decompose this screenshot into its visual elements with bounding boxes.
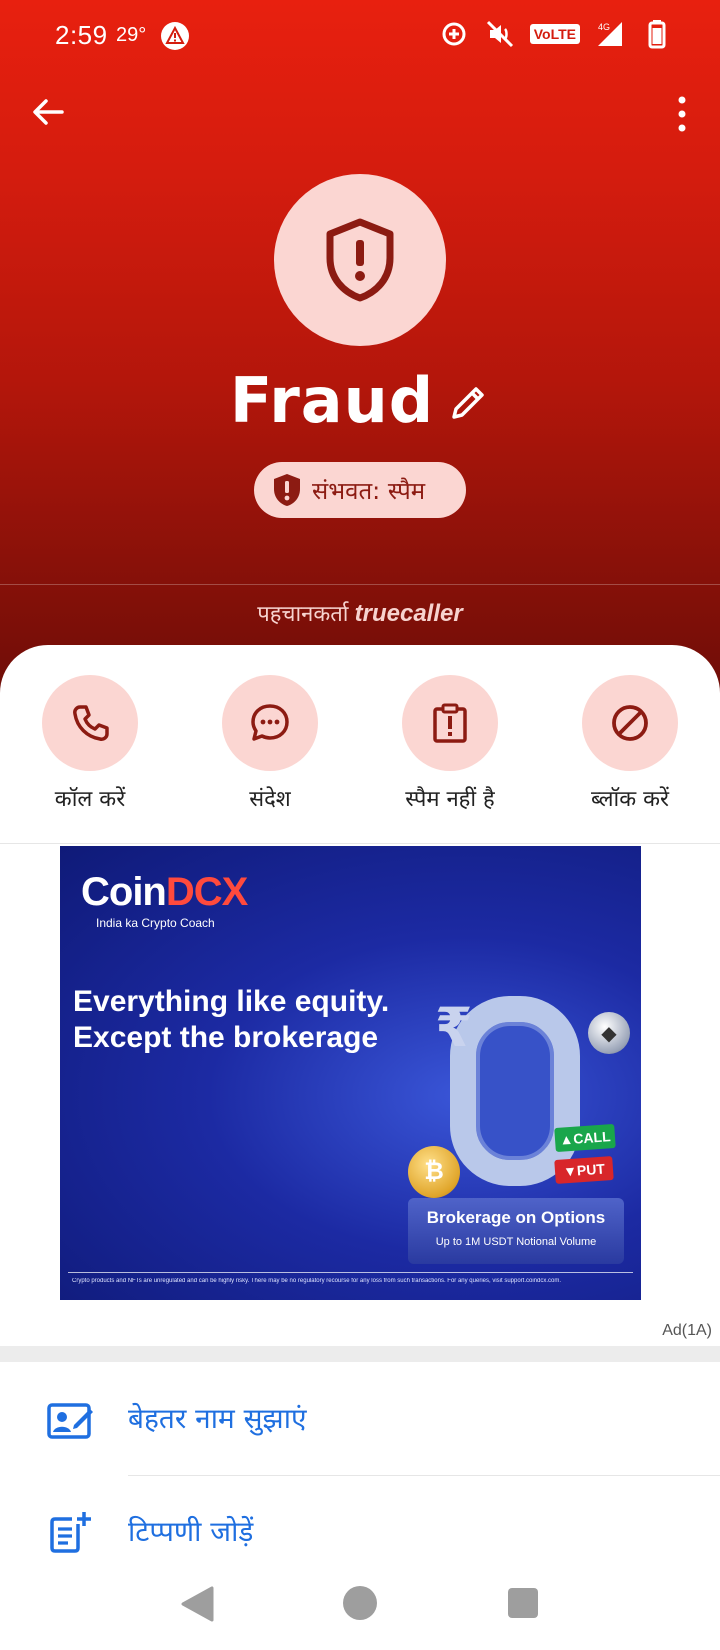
- suggest-name-label: बेहतर नाम सुझाएं: [128, 1402, 307, 1435]
- add-comment-item[interactable]: टिप्पणी जोड़ें: [0, 1490, 720, 1570]
- block-icon: [612, 705, 648, 741]
- divider: [0, 843, 720, 844]
- nav-home-icon[interactable]: [343, 1586, 377, 1620]
- message-action[interactable]: संदेश: [190, 675, 350, 813]
- caller-header: [0, 0, 720, 700]
- message-label: संदेश: [249, 787, 291, 812]
- caller-name-row: Fraud: [0, 363, 720, 437]
- action-row: कॉल करें संदेश स्पैम नहीं है ब्लॉक करें: [0, 675, 720, 815]
- divider: [128, 1475, 720, 1476]
- battery-icon: [648, 20, 666, 49]
- nav-back-icon[interactable]: [180, 1586, 214, 1622]
- status-time: 2:59: [55, 20, 108, 50]
- block-label: ब्लॉक करें: [590, 787, 670, 812]
- block-button[interactable]: [582, 675, 678, 771]
- not-spam-icon: [433, 703, 467, 743]
- warning-icon: [161, 22, 189, 50]
- message-button[interactable]: [222, 675, 318, 771]
- not-spam-button[interactable]: [402, 675, 498, 771]
- bitcoin-coin-icon: ₿: [408, 1146, 460, 1198]
- nav-recents-icon[interactable]: [508, 1588, 538, 1618]
- ad-logo-accent: DCX: [165, 870, 248, 914]
- ad-offer-box: Brokerage on Options Up to 1M USDT Notio…: [408, 1198, 624, 1264]
- ad-label: Ad(1A): [662, 1322, 712, 1339]
- ad-divider: [68, 1272, 633, 1273]
- suggest-name-icon: [47, 1403, 93, 1439]
- ad-offer-subtitle: Up to 1M USDT Notional Volume: [435, 1236, 597, 1248]
- ad-headline: Everything like equity. Except the broke…: [73, 984, 433, 1056]
- spam-badge: संभवत: स्पैम: [254, 462, 466, 518]
- ad-call-tag: ▲CALL: [554, 1123, 616, 1153]
- status-temperature: 29°: [116, 24, 147, 46]
- spam-label: संभवत: स्पैम: [312, 476, 426, 505]
- more-options-icon[interactable]: [674, 94, 690, 134]
- back-arrow-icon[interactable]: [28, 92, 68, 132]
- volte-badge: VoLTE: [529, 24, 580, 44]
- data-saver-icon: [442, 22, 466, 46]
- ad-disclaimer: Crypto products and NFTs are unregulated…: [72, 1278, 562, 1284]
- block-action[interactable]: ब्लॉक करें: [550, 675, 710, 813]
- add-comment-label: टिप्पणी जोड़ें: [128, 1515, 254, 1548]
- ad-rupee-symbol: ₹: [435, 998, 473, 1058]
- status-icons: VoLTE 4G: [438, 18, 672, 50]
- add-comment-icon: [50, 1512, 91, 1553]
- shield-icon: [274, 474, 300, 506]
- ethereum-coin-icon: ◆: [588, 1012, 630, 1054]
- call-button[interactable]: [42, 675, 138, 771]
- system-navigation-bar: [0, 1560, 720, 1650]
- svg-text:4G: 4G: [598, 22, 610, 32]
- ad-headline-line2: Except the brokerage: [73, 1021, 379, 1054]
- not-spam-label: स्पैम नहीं है: [405, 787, 495, 812]
- truecaller-logo: truecaller: [354, 600, 463, 627]
- identified-by: पहचानकर्ता truecaller: [0, 598, 720, 628]
- caller-name: Fraud: [229, 363, 435, 437]
- ad-logo-main: Coin: [81, 870, 167, 914]
- status-bar: 2:59 29° VoLTE 4G: [0, 0, 720, 72]
- avatar: [274, 174, 446, 346]
- message-icon: [251, 704, 289, 741]
- ad-put-tag: ▼PUT: [554, 1156, 614, 1184]
- identified-prefix: पहचानकर्ता: [257, 601, 349, 626]
- divider: [0, 584, 720, 585]
- not-spam-action[interactable]: स्पैम नहीं है: [370, 675, 530, 813]
- call-action[interactable]: कॉल करें: [10, 675, 170, 813]
- ad-logo: CoinDCX: [81, 870, 248, 915]
- ad-headline-line1: Everything like equity.: [73, 985, 390, 1018]
- call-label: कॉल करें: [54, 787, 126, 812]
- ad-banner[interactable]: CoinDCX India ka Crypto Coach Everything…: [60, 846, 641, 1300]
- suggest-name-item[interactable]: बेहतर नाम सुझाएं: [0, 1377, 720, 1457]
- ad-tagline: India ka Crypto Coach: [96, 916, 215, 930]
- mute-icon: [486, 20, 513, 48]
- ad-offer-title: Brokerage on Options: [426, 1208, 606, 1227]
- section-separator: [0, 1346, 720, 1362]
- edit-pencil-icon[interactable]: [448, 381, 490, 423]
- phone-icon: [73, 705, 109, 741]
- signal-icon: 4G: [598, 22, 622, 46]
- shield-alert-icon: [326, 218, 394, 302]
